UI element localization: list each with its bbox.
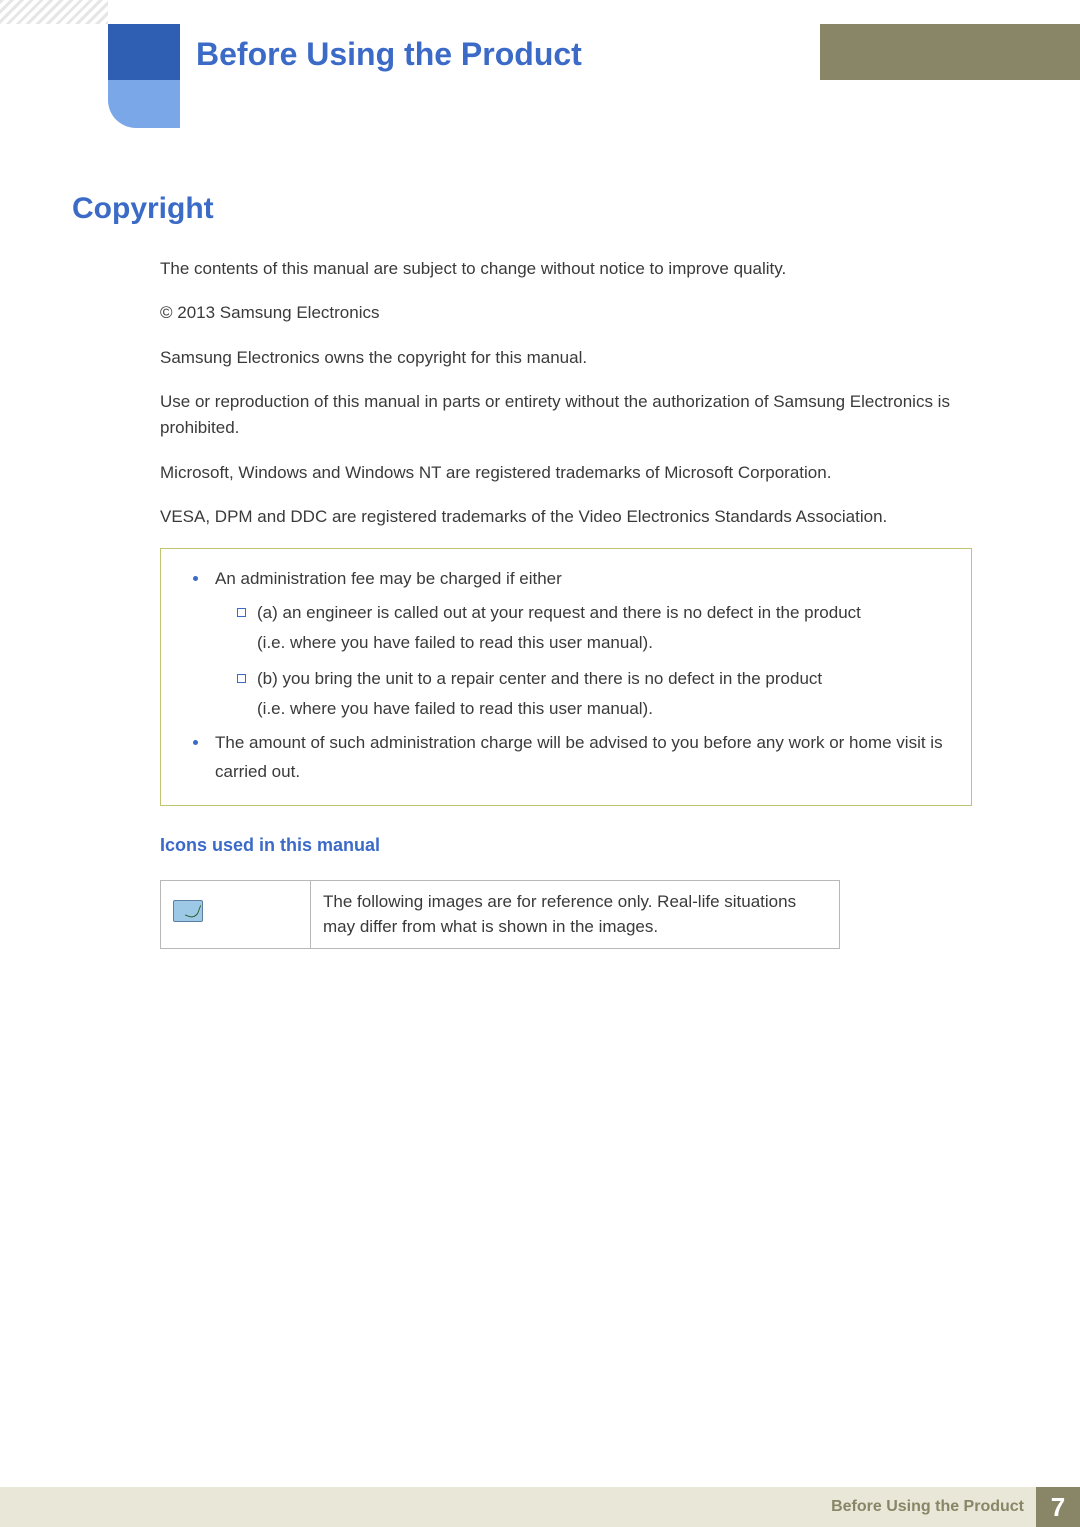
- decorative-stripes: [0, 0, 108, 24]
- icon-description-cell: The following images are for reference o…: [311, 880, 840, 948]
- note-reference-icon: [173, 900, 203, 922]
- note-text: An administration fee may be charged if …: [215, 569, 562, 588]
- footer-chapter-label: Before Using the Product: [831, 1498, 1024, 1516]
- note-text: The amount of such administration charge…: [215, 733, 943, 781]
- header-blue-tab-dark: [108, 24, 180, 80]
- icon-cell: [161, 880, 311, 948]
- note-text: (i.e. where you have failed to read this…: [257, 633, 653, 652]
- note-item: The amount of such administration charge…: [175, 729, 957, 787]
- icons-table: The following images are for reference o…: [160, 880, 840, 949]
- note-text: (a) an engineer is called out at your re…: [257, 603, 861, 622]
- paragraph: © 2013 Samsung Electronics: [160, 300, 972, 326]
- paragraph: Use or reproduction of this manual in pa…: [160, 389, 972, 442]
- subheading-icons-used: Icons used in this manual: [160, 832, 972, 860]
- note-text: (b) you bring the unit to a repair cente…: [257, 669, 822, 688]
- note-item: An administration fee may be charged if …: [175, 565, 957, 723]
- administration-fee-note-box: An administration fee may be charged if …: [160, 548, 972, 806]
- note-subitem: (b) you bring the unit to a repair cente…: [215, 664, 957, 724]
- paragraph: Samsung Electronics owns the copyright f…: [160, 345, 972, 371]
- page-footer: Before Using the Product 7: [0, 1487, 1080, 1527]
- body-content: The contents of this manual are subject …: [160, 256, 972, 949]
- paragraph: Microsoft, Windows and Windows NT are re…: [160, 460, 972, 486]
- note-subitem: (a) an engineer is called out at your re…: [215, 598, 957, 658]
- paragraph: VESA, DPM and DDC are registered tradema…: [160, 504, 972, 530]
- section-title-copyright: Copyright: [72, 192, 214, 226]
- chapter-title: Before Using the Product: [196, 28, 582, 81]
- footer-page-number: 7: [1036, 1487, 1080, 1527]
- table-row: The following images are for reference o…: [161, 880, 840, 948]
- note-text: (i.e. where you have failed to read this…: [257, 699, 653, 718]
- paragraph: The contents of this manual are subject …: [160, 256, 972, 282]
